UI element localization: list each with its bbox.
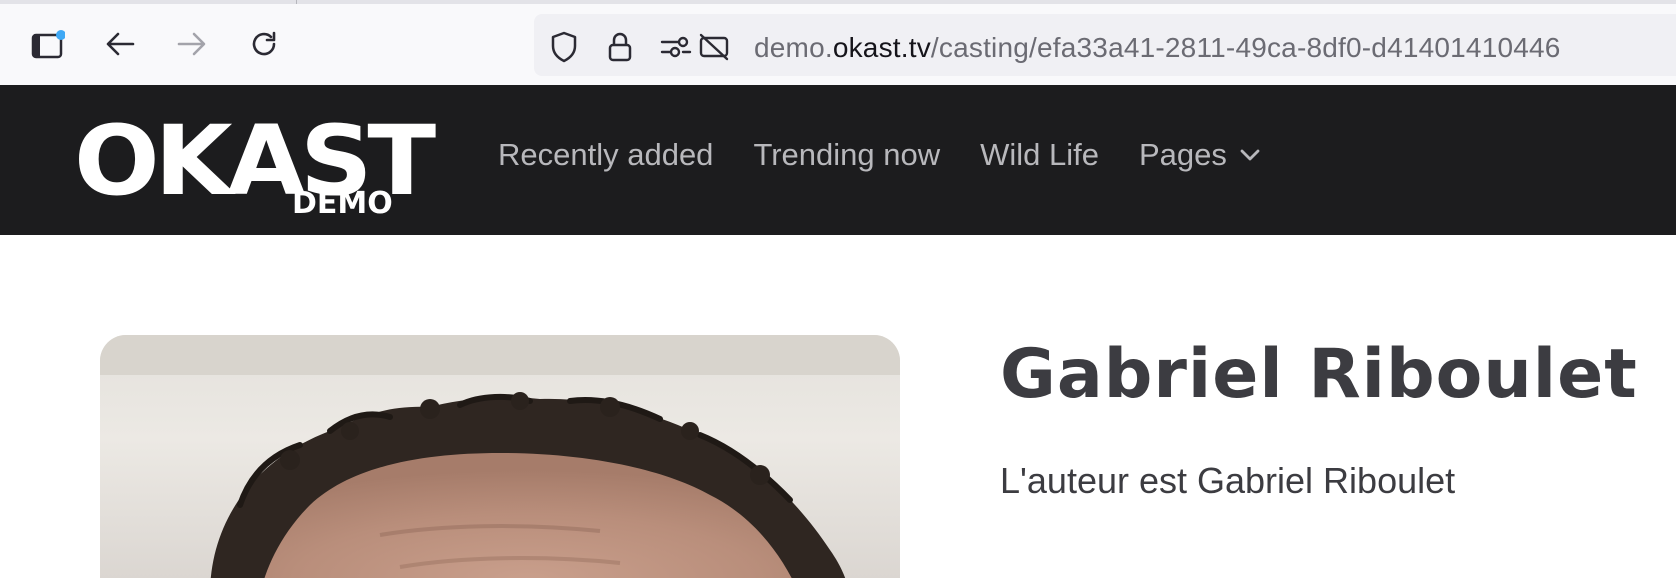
url-text[interactable]: demo.okast.tv/casting/efa33a41-2811-49ca… <box>754 32 1561 64</box>
nav-pages-label: Pages <box>1139 137 1227 172</box>
person-photo <box>100 335 900 578</box>
camera-blocked-icon[interactable] <box>698 31 730 63</box>
nav-wild-life[interactable]: Wild Life <box>980 137 1099 173</box>
nav-recently-added[interactable]: Recently added <box>498 137 713 173</box>
nav-pages-dropdown[interactable]: Pages <box>1139 137 1261 173</box>
main-nav: Recently added Trending now Wild Life Pa… <box>498 137 1301 173</box>
url-host: okast.tv <box>832 32 931 63</box>
shield-icon[interactable] <box>548 31 580 63</box>
forward-arrow-icon[interactable] <box>174 26 210 62</box>
nav-trending-now[interactable]: Trending now <box>753 137 940 173</box>
sidebar-toggle-icon[interactable] <box>30 26 66 62</box>
logo-sub-text: DEMO <box>292 186 393 221</box>
site-logo[interactable]: OKAST DEMO <box>74 113 436 223</box>
url-prefix: demo. <box>754 32 833 63</box>
back-arrow-icon[interactable] <box>102 26 138 62</box>
site-header: OKAST DEMO Recently added Trending now W… <box>0 85 1676 235</box>
tab-divider <box>296 0 297 4</box>
reload-icon[interactable] <box>246 26 282 62</box>
browser-toolbar: demo.okast.tv/casting/efa33a41-2811-49ca… <box>0 0 1676 85</box>
address-bar[interactable]: demo.okast.tv/casting/efa33a41-2811-49ca… <box>534 14 1676 76</box>
lock-icon[interactable] <box>604 31 636 63</box>
url-path: /casting/efa33a41-2811-49ca-8df0-d414014… <box>930 32 1561 63</box>
permissions-icon[interactable] <box>660 31 692 63</box>
person-name: Gabriel Riboulet <box>1000 335 1638 414</box>
chevron-down-icon <box>1239 148 1261 162</box>
person-description: L'auteur est Gabriel Riboulet <box>1000 460 1456 501</box>
person-photo-image <box>100 335 900 578</box>
